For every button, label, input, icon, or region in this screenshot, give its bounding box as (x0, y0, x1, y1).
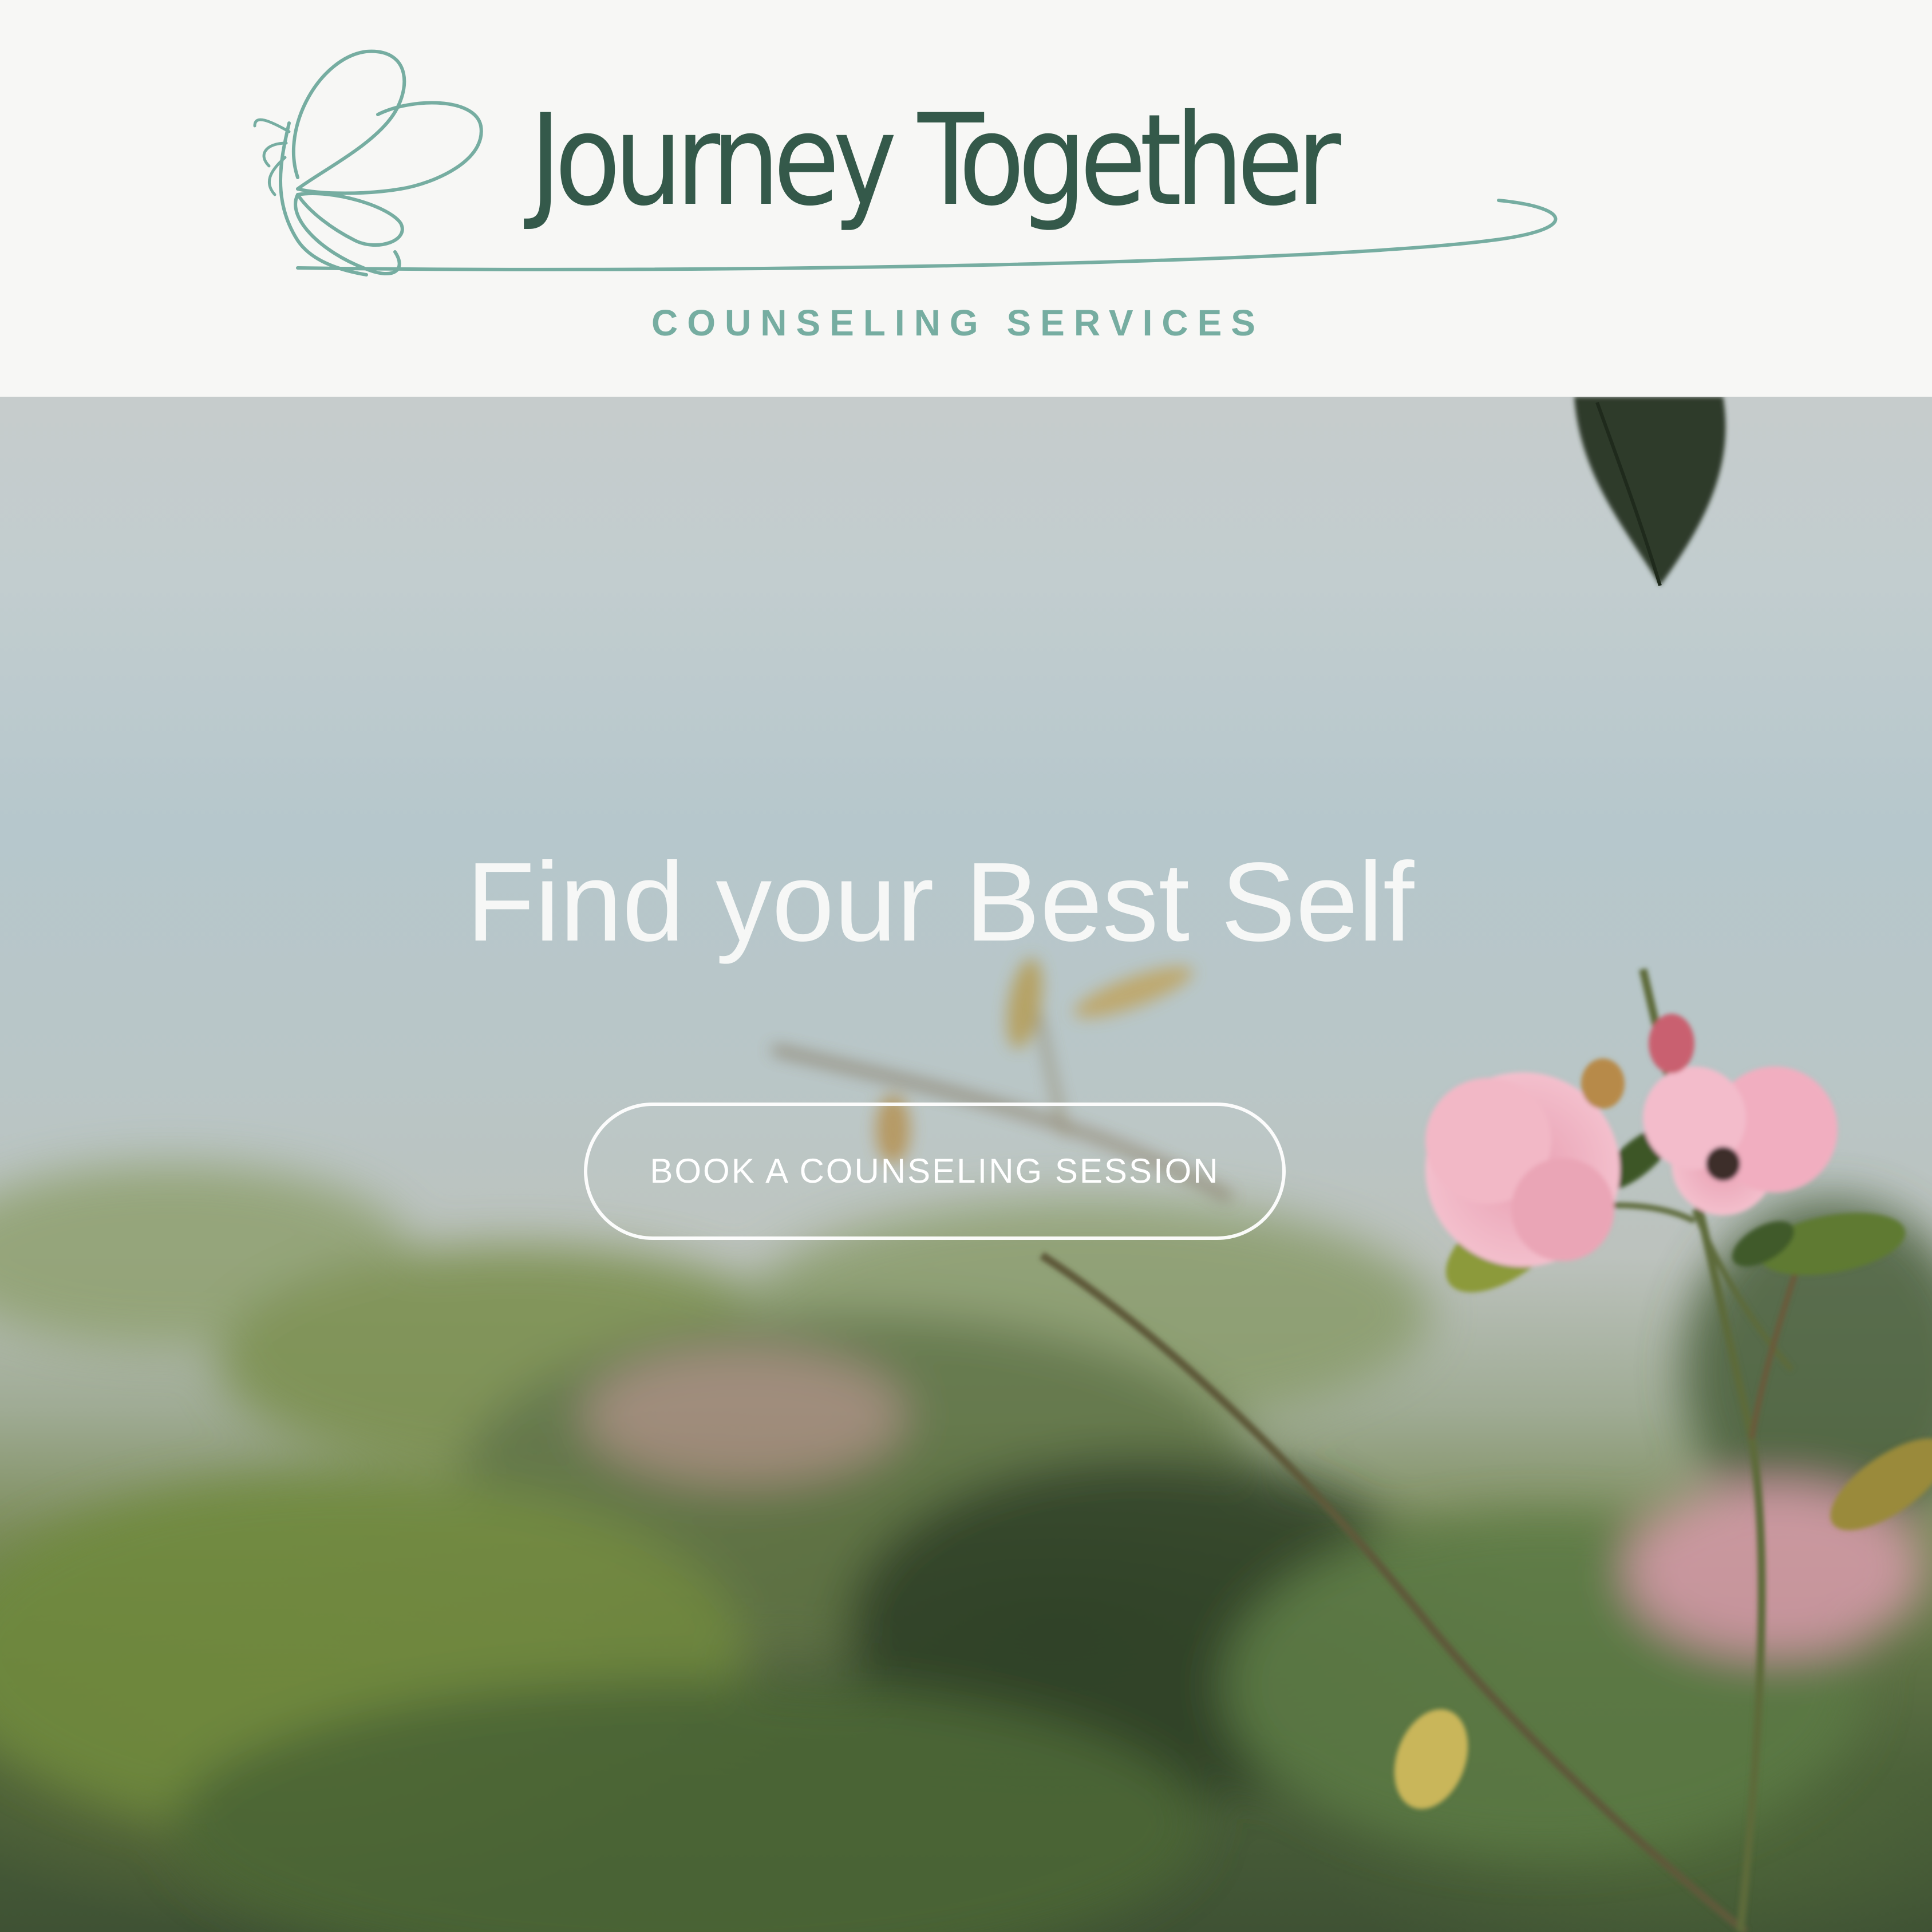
brand-tagline: COUNSELING SERVICES (651, 302, 1265, 343)
hero-section: Find your Best Self BOOK A COUNSELING SE… (0, 397, 1932, 1932)
brand-name: Journey Together (530, 87, 1341, 234)
site-logo-link[interactable]: Journey Together COUNSELING SERVICES (0, 0, 1932, 397)
book-session-button[interactable]: BOOK A COUNSELING SESSION (584, 1103, 1286, 1240)
hero-headline: Find your Best Self (466, 839, 1415, 965)
page: Journey Together COUNSELING SERVICES Fin… (0, 0, 1932, 1932)
site-header: Journey Together COUNSELING SERVICES (0, 0, 1932, 397)
